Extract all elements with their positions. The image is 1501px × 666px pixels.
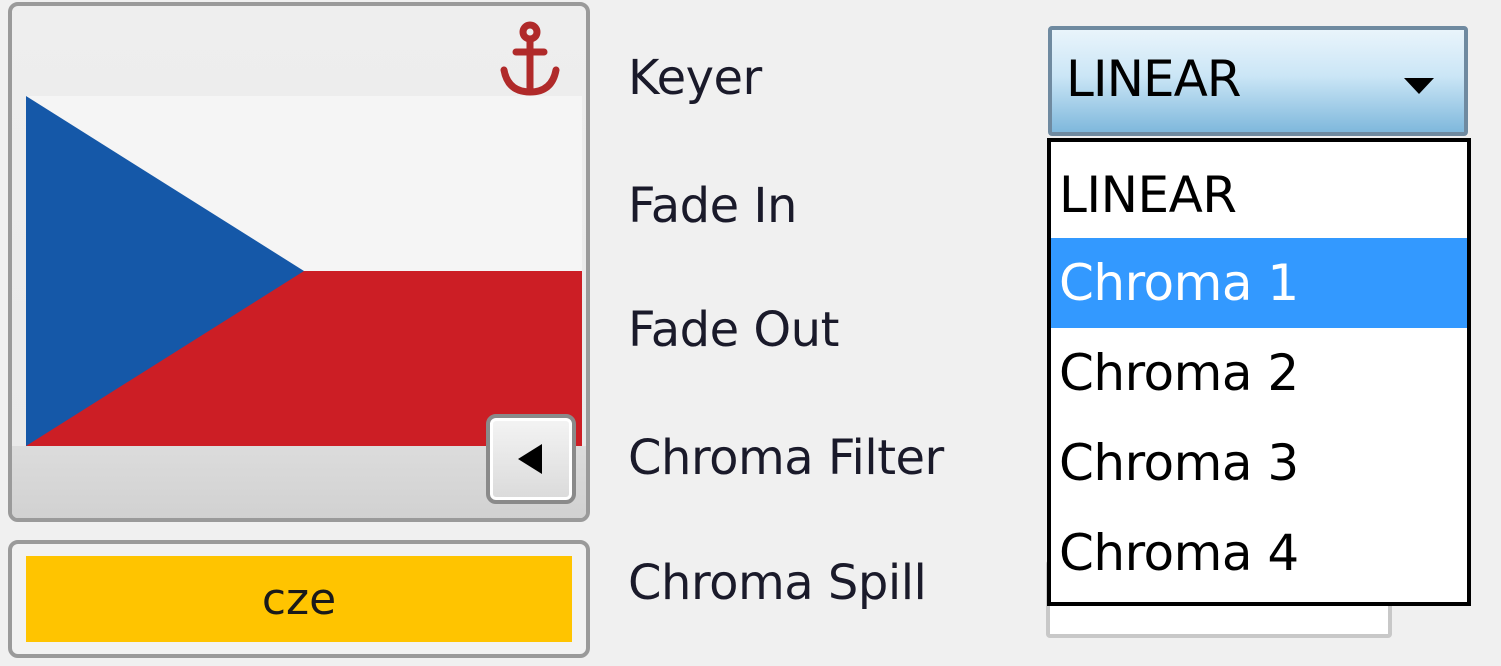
- czech-flag: [26, 96, 582, 446]
- chevron-down-icon: [1404, 78, 1434, 94]
- code-label-box: cze: [8, 540, 590, 658]
- preview-card: [8, 2, 590, 522]
- dropdown-option-chroma-4[interactable]: Chroma 4: [1051, 508, 1467, 598]
- dropdown-option-chroma-1[interactable]: Chroma 1: [1051, 238, 1467, 328]
- chroma-filter-label: Chroma Filter: [628, 430, 944, 486]
- keyer-label: Keyer: [628, 50, 762, 106]
- dropdown-option-chroma-3[interactable]: Chroma 3: [1051, 418, 1467, 508]
- chroma-spill-label: Chroma Spill: [628, 555, 927, 611]
- keyer-selected-value: LINEAR: [1066, 50, 1242, 108]
- fade-out-label: Fade Out: [628, 302, 839, 358]
- dropdown-option-linear[interactable]: LINEAR: [1051, 150, 1467, 240]
- keyer-select[interactable]: LINEAR: [1048, 26, 1468, 136]
- collapse-button[interactable]: [486, 414, 576, 504]
- keyer-dropdown-list: LINEAR Chroma 1 Chroma 2 Chroma 3 Chroma…: [1047, 138, 1471, 606]
- code-label: cze: [26, 556, 572, 642]
- anchor-icon: [500, 21, 560, 96]
- dropdown-option-chroma-2[interactable]: Chroma 2: [1051, 328, 1467, 418]
- fade-in-label: Fade In: [628, 178, 797, 234]
- triangle-left-icon: [518, 444, 542, 474]
